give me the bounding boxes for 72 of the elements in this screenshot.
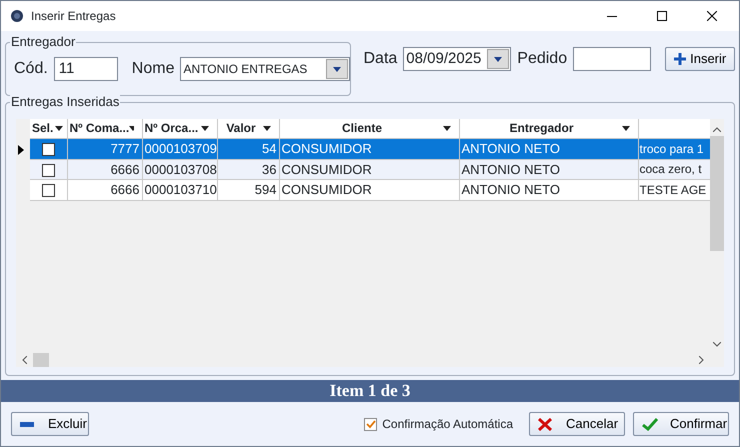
table-cell: CONSUMIDOR <box>279 159 459 180</box>
caret-icon <box>622 126 630 131</box>
table-cell: ANTONIO NETO <box>459 180 638 200</box>
scroll-thumb[interactable] <box>710 136 724 251</box>
group-label: Entregador <box>10 35 76 49</box>
column-header[interactable]: Valor <box>217 118 279 139</box>
date-label: Data <box>363 49 398 69</box>
confirm-button[interactable]: Confirmar <box>633 412 729 436</box>
insert-button[interactable]: Inserir <box>665 47 736 71</box>
scroll-up-icon[interactable] <box>713 126 721 132</box>
table-cell: troco para 1 <box>638 138 710 160</box>
table-cell: 54 <box>217 138 279 160</box>
name-combo[interactable]: ANTONIO ENTREGAS <box>180 57 350 81</box>
order-field[interactable] <box>573 47 652 71</box>
code-field[interactable]: 11 <box>54 57 118 81</box>
close-icon <box>538 418 552 431</box>
table-cell: CONSUMIDOR <box>279 180 459 200</box>
delete-button[interactable]: Excluir <box>11 412 89 436</box>
app-icon <box>11 10 23 22</box>
table-cell: ANTONIO NETO <box>459 138 638 160</box>
code-label: Cód. <box>14 59 48 79</box>
dropdown-button[interactable] <box>326 59 348 79</box>
table-cell: 6666 <box>67 180 142 200</box>
row-pointer-icon <box>18 144 24 155</box>
table-cell: 0000103710 <box>142 180 217 200</box>
table-row[interactable]: 6666 0000103708 36 CONSUMIDOR ANTONIO NETO coca zero, t <box>16 159 710 180</box>
auto-confirm-checkbox[interactable]: Confirmação Automática <box>364 415 513 434</box>
cancel-button[interactable]: Cancelar <box>529 412 625 436</box>
table-cell: 7777 <box>67 138 142 160</box>
order-label: Pedido <box>517 49 568 69</box>
close-icon <box>707 11 717 21</box>
dropdown-button[interactable] <box>487 49 510 69</box>
table-cell: ANTONIO NETO <box>459 159 638 180</box>
caret-icon <box>333 66 342 72</box>
table-cell: 36 <box>217 159 279 180</box>
checkbox[interactable] <box>42 143 55 156</box>
window-title: Inserir Entregas <box>31 8 117 25</box>
table-cell: coca zero, t <box>638 159 710 180</box>
table-cell: TESTE AGE <box>638 180 710 200</box>
group-label: Entregas Inseridas <box>10 94 120 109</box>
table-cell: 0000103709 <box>142 138 217 160</box>
table-cell: 6666 <box>67 159 142 180</box>
scroll-down-icon[interactable] <box>713 342 721 347</box>
plus-icon <box>674 53 686 65</box>
table-cell: 594 <box>217 180 279 200</box>
status-bar: Item 1 de 3 <box>1 380 739 402</box>
scroll-left-icon[interactable] <box>22 356 27 364</box>
column-header[interactable]: Sel. <box>30 118 67 139</box>
caret-icon <box>200 126 208 131</box>
table-cell: CONSUMIDOR <box>279 138 459 160</box>
column-header[interactable]: Nº Orca... <box>142 118 217 139</box>
caret-icon <box>262 126 270 131</box>
date-picker[interactable]: 08/09/2025 <box>403 47 512 71</box>
table-cell: 0000103708 <box>142 159 217 180</box>
scroll-right-icon[interactable] <box>699 356 704 364</box>
maximize-icon <box>657 11 667 21</box>
minus-icon <box>20 422 34 427</box>
scroll-thumb[interactable] <box>33 352 49 367</box>
column-header[interactable]: Cliente <box>279 118 459 139</box>
table-row[interactable]: 6666 0000103710 594 CONSUMIDOR ANTONIO NETO TESTE AGE <box>16 180 710 200</box>
caret-icon <box>54 126 62 131</box>
checkbox[interactable] <box>42 164 55 177</box>
checkbox[interactable] <box>42 184 55 198</box>
caret-icon <box>129 126 134 131</box>
checkmark-icon <box>642 418 658 431</box>
caret-icon <box>494 56 502 62</box>
checkmark-icon <box>366 420 376 429</box>
column-header[interactable]: Nº Coma... <box>67 118 142 139</box>
column-header[interactable]: Entregador <box>459 118 638 139</box>
name-label: Nome <box>132 59 174 79</box>
table-row[interactable]: 7777 0000103709 54 CONSUMIDOR ANTONIO NETO troco para 1 <box>16 138 710 160</box>
caret-icon <box>442 126 450 131</box>
